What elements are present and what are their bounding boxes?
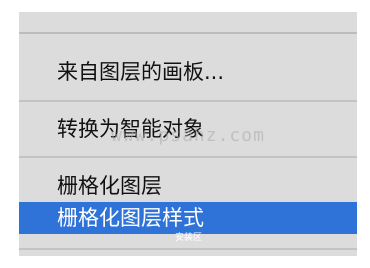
menu-separator: [19, 32, 357, 34]
menu-item-rasterize-layer[interactable]: 栅格化图层: [19, 170, 357, 202]
screenshot-frame: 来自图层的画板... 转换为智能对象 www.psahz.com 栅格化图层 栅…: [0, 0, 370, 268]
menu-item-artboard-from-layers[interactable]: 来自图层的画板...: [19, 56, 357, 88]
menu-item-convert-to-smart-object[interactable]: 转换为智能对象: [19, 113, 357, 145]
menu-separator: [19, 156, 357, 158]
menu-item-rasterize-layer-style[interactable]: 栅格化图层样式: [19, 202, 357, 234]
context-menu: 来自图层的画板... 转换为智能对象 www.psahz.com 栅格化图层 栅…: [19, 12, 357, 256]
menu-separator: [19, 100, 357, 102]
menu-separator: [19, 248, 357, 250]
